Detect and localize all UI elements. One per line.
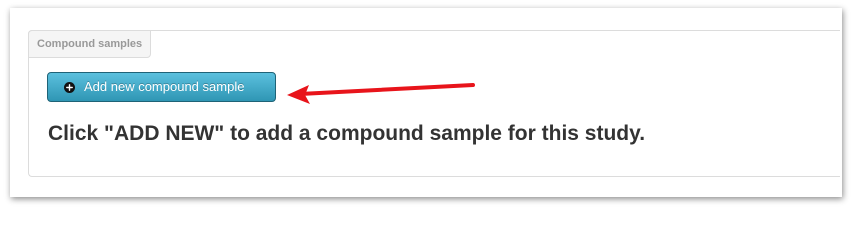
add-new-instruction: Click "ADD NEW" to add a compound sample… [48, 122, 646, 145]
add-new-compound-sample-button[interactable]: Add new compound sample [47, 72, 276, 102]
compound-samples-tab: Compound samples [28, 30, 152, 58]
screenshot-frame: Compound samples Add new compound sample… [10, 8, 842, 197]
red-arrow-icon [287, 83, 475, 104]
plus-circle-icon [64, 81, 75, 93]
add-new-compound-sample-label: Add new compound sample [84, 79, 245, 94]
